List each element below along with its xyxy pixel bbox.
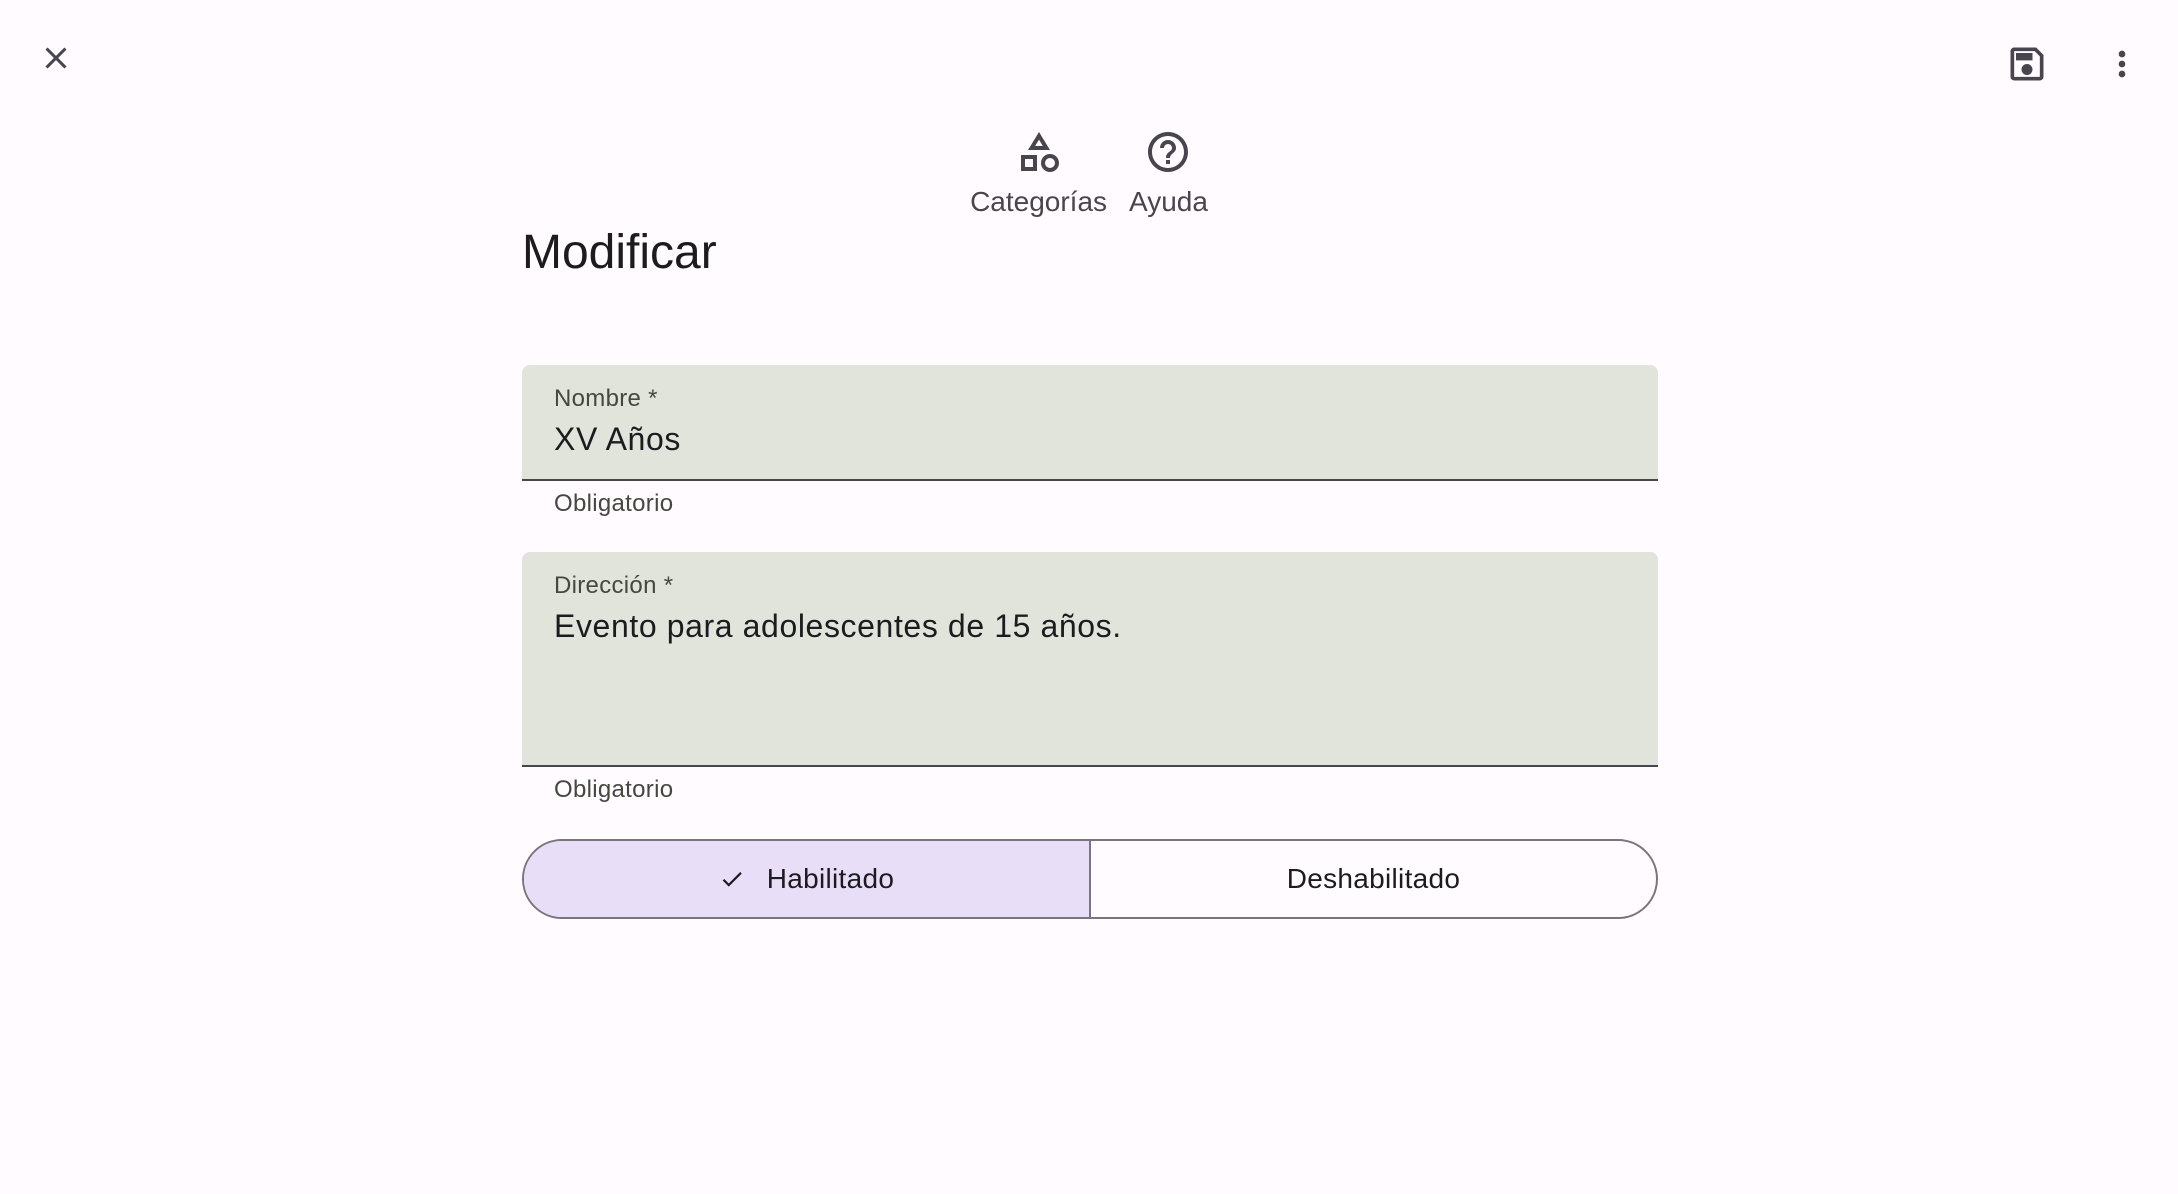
category-icon (1015, 128, 1063, 181)
more-options-button[interactable] (2082, 24, 2162, 104)
status-segmented-button: Habilitado Deshabilitado (522, 839, 1658, 919)
nombre-input[interactable]: XV Años (554, 421, 681, 458)
nombre-label: Nombre * (554, 385, 658, 412)
segment-habilitado[interactable]: Habilitado (524, 841, 1089, 917)
save-icon (2005, 42, 2049, 86)
segment-deshabilitado-label: Deshabilitado (1286, 863, 1461, 894)
direccion-textarea[interactable]: Evento para adolescentes de 15 años. (554, 608, 1122, 645)
ayuda-action[interactable]: Ayuda (1129, 128, 1208, 219)
more-vert-icon (2102, 44, 2142, 84)
close-icon (38, 40, 74, 76)
ayuda-label: Ayuda (1129, 186, 1208, 217)
segment-deshabilitado[interactable]: Deshabilitado (1089, 841, 1656, 917)
close-button[interactable] (16, 18, 96, 98)
direccion-field[interactable]: Dirección * Evento para adolescentes de … (522, 552, 1658, 767)
help-icon (1144, 128, 1192, 181)
direccion-helper-text: Obligatorio (554, 776, 674, 803)
segment-habilitado-label: Habilitado (766, 863, 895, 894)
nombre-field[interactable]: Nombre * XV Años (522, 365, 1658, 481)
save-button[interactable] (1987, 24, 2067, 104)
top-actions-bar: Categorías Ayuda (0, 128, 2178, 219)
categorias-label: Categorías (970, 186, 1108, 217)
page-title: Modificar (522, 226, 717, 279)
categorias-action[interactable]: Categorías (970, 128, 1107, 219)
check-icon (719, 866, 745, 892)
nombre-helper-text: Obligatorio (554, 490, 674, 517)
direccion-label: Dirección * (554, 572, 674, 599)
